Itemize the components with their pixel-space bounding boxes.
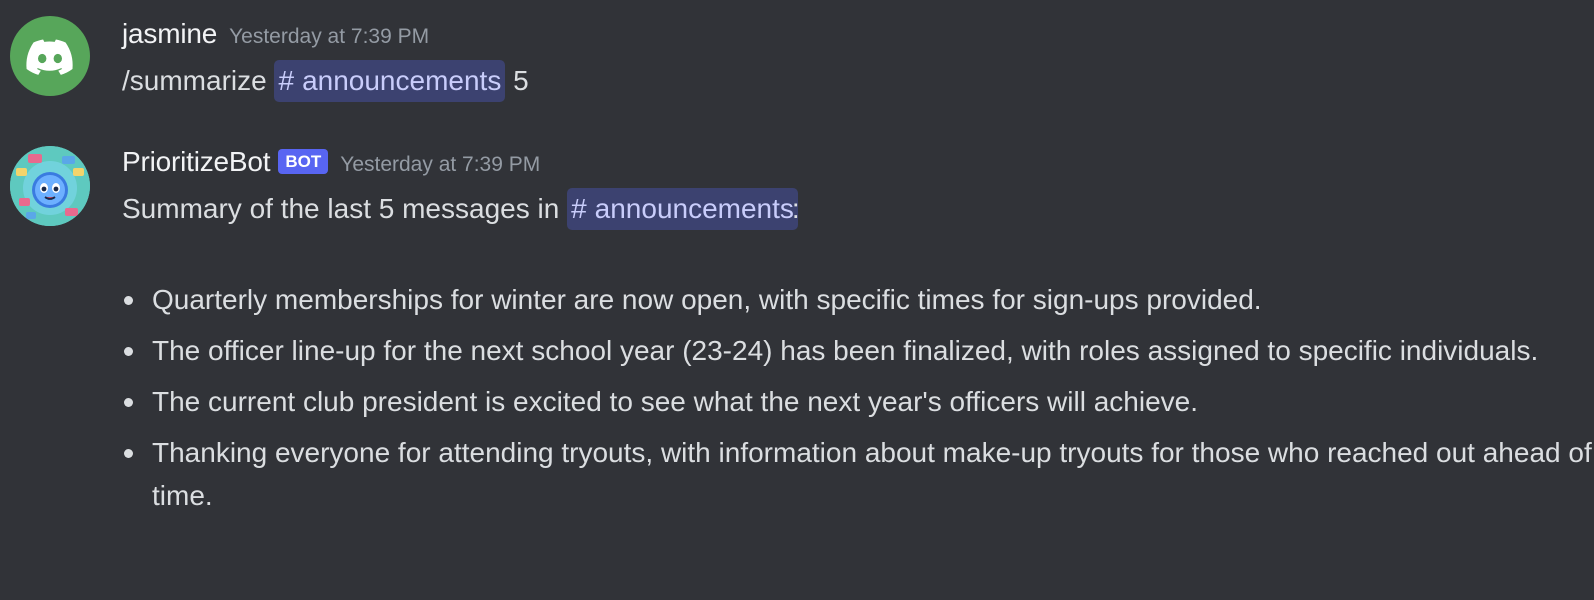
hash-icon: #: [571, 193, 587, 224]
bot-blob-icon: [10, 146, 90, 226]
list-item-text: Thanking everyone for attending tryouts,…: [152, 437, 1592, 511]
channel-mention[interactable]: # announcements: [274, 60, 506, 102]
list-item-text: The current club president is excited to…: [152, 386, 1199, 417]
timestamp[interactable]: Yesterday at 7:39 PM: [340, 153, 540, 177]
hash-icon: #: [278, 65, 295, 96]
bullet-icon: [124, 296, 133, 305]
bullet-icon: [124, 347, 133, 356]
channel-mention-label: announcements: [594, 193, 794, 224]
message-header: PrioritizeBot BOT Yesterday at 7:39 PM: [122, 146, 540, 178]
channel-mention-label: announcements: [302, 65, 502, 96]
username[interactable]: PrioritizeBot: [122, 146, 271, 178]
summary-list: Quarterly memberships for winter are now…: [122, 278, 1592, 525]
bullet-icon: [124, 398, 133, 407]
summary-intro: Summary of the last 5 messages in: [122, 193, 560, 224]
discord-logo-icon: [26, 39, 73, 75]
list-item: Quarterly memberships for winter are now…: [124, 278, 1592, 321]
list-item: The officer line-up for the next school …: [124, 329, 1592, 372]
channel-mention[interactable]: # announcements: [567, 188, 798, 230]
timestamp[interactable]: Yesterday at 7:39 PM: [229, 25, 429, 49]
list-item: Thanking everyone for attending tryouts,…: [124, 431, 1592, 517]
summary-intro-colon: :: [791, 193, 800, 224]
user-avatar[interactable]: [10, 16, 90, 96]
message-content: /summarize # announcements 5: [122, 60, 529, 102]
username[interactable]: jasmine: [122, 18, 217, 50]
bullet-icon: [124, 449, 133, 458]
list-item-text: Quarterly memberships for winter are now…: [152, 284, 1262, 315]
bot-avatar[interactable]: [10, 146, 90, 226]
message-header: jasmine Yesterday at 7:39 PM: [122, 18, 429, 50]
bot-badge: BOT: [278, 149, 329, 174]
message-content: Summary of the last 5 messages in # annou…: [122, 188, 800, 230]
list-item-text: The officer line-up for the next school …: [152, 335, 1539, 366]
command-argument: 5: [513, 65, 529, 96]
list-item: The current club president is excited to…: [124, 380, 1592, 423]
command-text: /summarize: [122, 65, 267, 96]
